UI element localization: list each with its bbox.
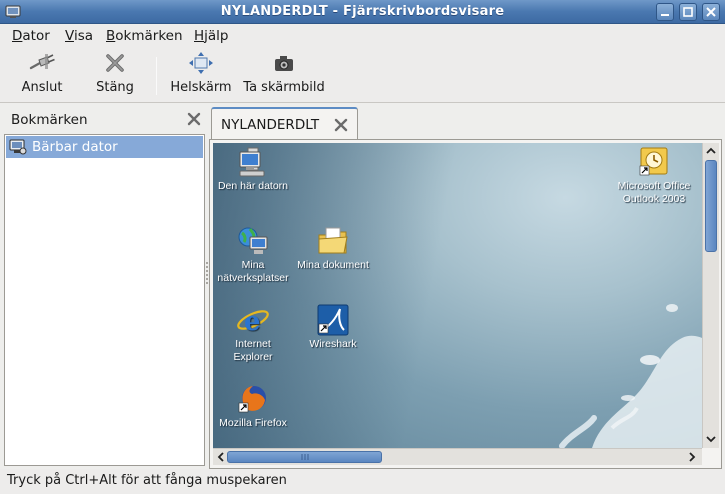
desktop-icon-internet-explorer[interactable]: e Internet Explorer — [213, 304, 293, 364]
menu-dator-mnemonic: D — [12, 28, 23, 44]
connect-label: Anslut — [21, 80, 63, 95]
fullscreen-label: Helskärm — [170, 80, 232, 95]
desktop-icon-label: Mina — [241, 259, 265, 271]
tab-nylanderdlt[interactable]: NYLANDERDLT — [211, 107, 358, 140]
maximize-button[interactable] — [679, 3, 697, 21]
tab-label: NYLANDERDLT — [221, 117, 320, 133]
desktop-icon-label: Internet — [235, 338, 271, 350]
title-bar[interactable]: NYLANDERDLT - Fjärrskrivbordsvisare — [0, 0, 725, 24]
window-title: NYLANDERDLT - Fjärrskrivbordsvisare — [220, 4, 505, 19]
menu-hjalp[interactable]: Hjälp — [194, 28, 229, 44]
menu-hjalp-label: jälp — [204, 28, 229, 44]
menu-visa-mnemonic: V — [65, 28, 74, 44]
toolbar: Anslut Stäng Helskärm Ta skärmbild — [0, 47, 725, 103]
camera-icon — [275, 56, 293, 71]
menu-dator[interactable]: Dator — [12, 28, 50, 44]
plug-icon — [29, 54, 55, 70]
fullscreen-arrows-icon — [189, 52, 213, 74]
minimize-button[interactable] — [656, 3, 674, 21]
close-icon — [706, 7, 716, 17]
close-icon[interactable] — [187, 112, 201, 126]
fullscreen-button[interactable]: Helskärm — [168, 51, 234, 99]
bookmark-label: Bärbar dator — [32, 139, 118, 155]
menu-dator-label: ator — [22, 28, 50, 44]
menu-hjalp-mnemonic: H — [194, 28, 205, 44]
scroll-right-arrow-icon[interactable] — [685, 450, 699, 464]
close-x-icon — [106, 54, 124, 72]
vertical-scrollbar[interactable] — [702, 143, 719, 448]
close-window-button[interactable] — [702, 3, 720, 21]
desktop-icon-network-places[interactable]: Mina nätverksplatser — [213, 225, 293, 285]
my-computer-icon — [239, 147, 265, 177]
wireshark-icon — [317, 304, 349, 336]
bookmarks-panel-header: Bokmärken — [4, 108, 205, 134]
horizontal-scrollbar[interactable] — [213, 448, 702, 465]
menu-bar: Dator Visa Bokmärken Hjälp — [0, 25, 725, 47]
desktop-icon-label: Den här datorn — [217, 180, 289, 192]
desktop-icon-label: Explorer — [233, 351, 273, 363]
remote-desktop-view[interactable]: Den här datorn Mina nätverksplatser Mina… — [213, 143, 702, 448]
status-bar: Tryck på Ctrl+Alt för att fånga muspekar… — [0, 469, 725, 494]
svg-text:e: e — [244, 307, 261, 336]
horizontal-scroll-thumb[interactable] — [227, 451, 382, 463]
wallpaper-splash-decoration — [559, 304, 702, 448]
desktop-icon-outlook[interactable]: Microsoft Office Outlook 2003 — [611, 146, 697, 206]
desktop-icon-label: Microsoft Office — [617, 180, 691, 192]
tab-close-icon[interactable] — [334, 118, 348, 132]
desktop-icon-wireshark[interactable]: Wireshark — [293, 304, 373, 351]
screenshot-button[interactable]: Ta skärmbild — [240, 51, 328, 99]
menu-visa-label: isa — [73, 28, 94, 44]
desktop-icon-label: Wireshark — [309, 338, 357, 350]
bookmark-item-barbar-dator[interactable]: Bärbar dator — [6, 136, 203, 158]
menu-bokmarken-mnemonic: B — [106, 28, 116, 44]
toolbar-separator — [156, 57, 157, 95]
menu-bokmarken-label: okmärken — [115, 28, 183, 44]
close-connection-label: Stäng — [96, 80, 134, 95]
desktop-icon-my-computer[interactable]: Den här datorn — [213, 146, 293, 193]
maximize-icon — [683, 7, 693, 17]
outlook-icon — [639, 147, 668, 176]
scroll-grip-icon — [301, 454, 309, 460]
bookmarks-list: Bärbar dator — [4, 134, 205, 466]
scroll-left-arrow-icon[interactable] — [214, 450, 228, 464]
firefox-icon — [238, 386, 266, 413]
desktop-icon-label: nätverksplatser — [217, 272, 289, 284]
menu-bokmarken[interactable]: Bokmärken — [106, 28, 183, 44]
desktop-icon-label: Mozilla Firefox — [219, 417, 287, 429]
scroll-up-arrow-icon[interactable] — [704, 144, 718, 158]
close-connection-button[interactable]: Stäng — [88, 51, 142, 99]
menu-visa[interactable]: Visa — [65, 28, 93, 44]
minimize-icon — [661, 14, 669, 16]
vertical-scroll-thumb[interactable] — [705, 160, 717, 252]
bookmarks-panel-title: Bokmärken — [11, 112, 88, 128]
desktop-icon-label: Mina dokument — [297, 259, 369, 271]
desktop-icon-firefox[interactable]: Mozilla Firefox — [213, 383, 293, 430]
my-documents-icon — [318, 227, 348, 254]
internet-explorer-icon: e — [237, 307, 269, 336]
screenshot-label: Ta skärmbild — [243, 80, 325, 95]
scroll-down-arrow-icon[interactable] — [704, 432, 718, 446]
desktop-icon-label: Outlook 2003 — [622, 193, 686, 205]
network-places-icon — [238, 227, 268, 254]
connect-button[interactable]: Anslut — [14, 51, 70, 99]
remote-desktop-icon — [9, 139, 27, 155]
status-text: Tryck på Ctrl+Alt för att fånga muspekar… — [7, 473, 287, 488]
desktop-icon-my-documents[interactable]: Mina dokument — [293, 225, 373, 272]
